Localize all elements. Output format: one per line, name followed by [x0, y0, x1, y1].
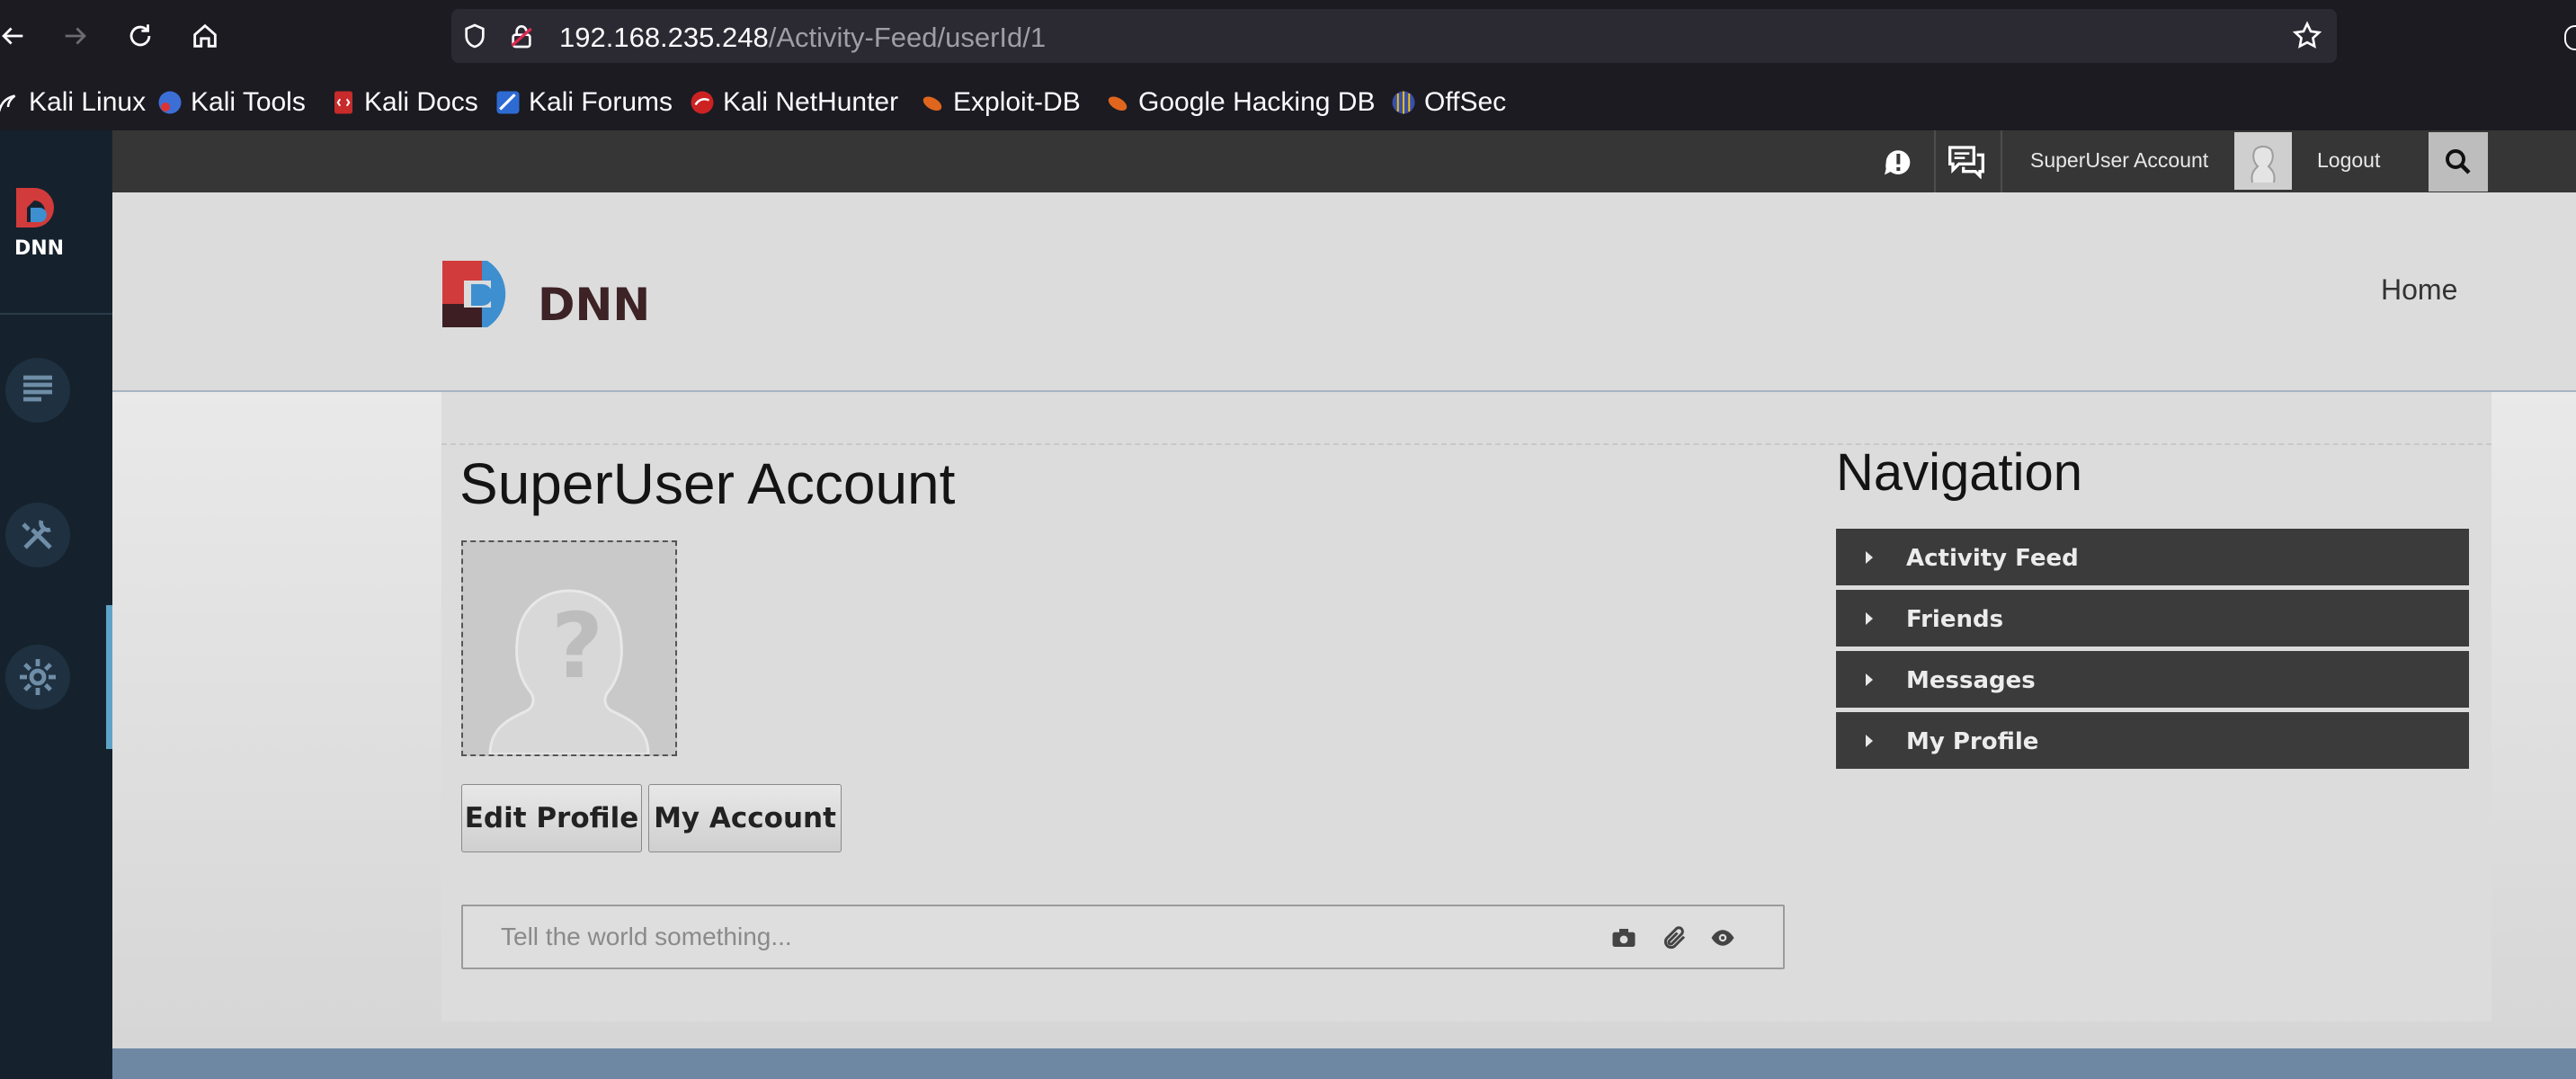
user-avatar[interactable]	[2234, 132, 2292, 190]
post-placeholder: Tell the world something...	[501, 923, 792, 950]
url-path: /Activity-Feed/userId/1	[768, 22, 1047, 53]
user-bar: SuperUser Account Logout	[112, 130, 2576, 192]
bookmark-kali-tools[interactable]: Kali Tools	[156, 85, 306, 120]
back-arrow-icon	[2, 27, 23, 45]
navigation-heading: Navigation	[1836, 443, 2083, 502]
kali-dragon-icon	[0, 94, 16, 112]
camera-icon[interactable]	[1610, 924, 1637, 951]
site-header: DNN Home	[112, 192, 2576, 392]
kali-nethunter-icon	[691, 91, 714, 114]
back-button[interactable]	[0, 16, 32, 56]
activity-post-input[interactable]: Tell the world something...	[461, 905, 1785, 969]
bookmark-kali-forums[interactable]: Kali Forums	[495, 85, 673, 120]
bookmark-star-icon[interactable]	[2291, 20, 2323, 52]
svg-text:?: ?	[551, 593, 603, 699]
nav-item-messages[interactable]: Messages	[1836, 651, 2469, 710]
home-button[interactable]	[185, 16, 225, 56]
bookmark-label: Kali Linux	[29, 87, 147, 117]
eye-icon[interactable]	[1709, 924, 1736, 951]
nav-item-label: My Profile	[1906, 728, 2039, 755]
content-menu-button[interactable]	[5, 358, 70, 423]
content-pane: SuperUser Account ? Edit Profile My Acco…	[441, 392, 2491, 1021]
content-list-icon	[23, 375, 52, 402]
sidebar-active-indicator	[106, 605, 112, 749]
insecure-lock-icon[interactable]	[507, 22, 536, 50]
bookmark-label: Google Hacking DB	[1138, 87, 1376, 117]
nav-item-label: Activity Feed	[1906, 545, 2079, 572]
logout-link[interactable]: Logout	[2317, 148, 2380, 173]
pane-divider	[441, 443, 2491, 445]
caret-right-icon	[1866, 673, 1873, 686]
bookmark-label: Kali Tools	[191, 87, 306, 117]
bookmark-exploit-db[interactable]: Exploit-DB	[919, 85, 1081, 120]
footer-band	[112, 1048, 2576, 1079]
browser-toolbar: 192.168.235.248/Activity-Feed/userId/1	[0, 0, 2576, 72]
bookmark-offsec[interactable]: OffSec	[1390, 85, 1506, 120]
search-icon	[2446, 149, 2471, 174]
my-account-button[interactable]: My Account	[648, 784, 842, 852]
forward-arrow-icon	[65, 27, 86, 45]
sidebar-divider	[0, 313, 112, 315]
bookmark-kali-linux[interactable]: Kali Linux	[0, 85, 146, 120]
paperclip-icon[interactable]	[1662, 924, 1689, 951]
profile-avatar[interactable]: ?	[461, 540, 677, 756]
url-host: 192.168.235.248	[559, 22, 769, 53]
svg-text:DNN: DNN	[14, 237, 64, 260]
tools-icon	[22, 520, 52, 549]
overflow-icon[interactable]	[2564, 25, 2576, 50]
dnn-persona-bar: DNN	[0, 130, 112, 1079]
nav-item-friends[interactable]: Friends	[1836, 590, 2469, 649]
bookmark-google-hacking-db[interactable]: Google Hacking DB	[1104, 85, 1375, 120]
bookmark-kali-nethunter[interactable]: Kali NetHunter	[689, 85, 898, 120]
address-bar[interactable]: 192.168.235.248/Activity-Feed/userId/1	[451, 9, 2337, 63]
dnn-logo-icon[interactable]: DNN	[13, 184, 70, 260]
svg-text:DNN: DNN	[538, 279, 650, 331]
url-text[interactable]: 192.168.235.248/Activity-Feed/userId/1	[559, 22, 1046, 54]
kali-forums-icon	[496, 91, 520, 114]
kali-tools-icon	[158, 91, 182, 114]
messages-icon[interactable]	[1947, 143, 1986, 179]
caret-right-icon	[1866, 612, 1873, 625]
manage-menu-button[interactable]	[5, 503, 70, 567]
bookmark-label: Kali Docs	[364, 87, 478, 117]
settings-menu-button[interactable]	[5, 645, 70, 709]
nav-item-label: Friends	[1906, 606, 2004, 633]
home-icon	[193, 23, 217, 48]
caret-right-icon	[1866, 551, 1873, 564]
bookmark-label: Kali NetHunter	[723, 87, 899, 117]
gear-icon	[20, 659, 56, 695]
bookmark-kali-docs[interactable]: Kali Docs	[330, 85, 478, 120]
user-display-name[interactable]: SuperUser Account	[2030, 148, 2208, 173]
nav-item-my-profile[interactable]: My Profile	[1836, 712, 2469, 771]
home-nav-link[interactable]: Home	[2381, 273, 2457, 307]
google-hacking-db-icon	[1108, 96, 1128, 111]
topbar-separator	[2001, 130, 2002, 192]
exploit-db-icon	[923, 96, 942, 111]
user-silhouette-icon	[2251, 146, 2276, 183]
bookmark-label: OffSec	[1424, 87, 1507, 117]
nav-item-label: Messages	[1906, 667, 2036, 694]
nav-item-activity-feed[interactable]: Activity Feed	[1836, 529, 2469, 588]
search-button[interactable]	[2429, 132, 2488, 192]
bookmark-label: Kali Forums	[529, 87, 673, 117]
bookmark-label: Exploit-DB	[953, 87, 1081, 117]
topbar-separator	[1934, 130, 1936, 192]
caret-right-icon	[1866, 735, 1873, 747]
edit-profile-button[interactable]: Edit Profile	[461, 784, 642, 852]
profile-title: SuperUser Account	[459, 451, 956, 516]
profile-silhouette-icon: ?	[488, 589, 650, 756]
notifications-icon[interactable]	[1880, 145, 1916, 181]
site-logo[interactable]: DNN	[441, 245, 683, 343]
reload-button[interactable]	[120, 16, 160, 56]
offsec-icon	[1392, 91, 1415, 114]
reload-icon	[129, 24, 151, 47]
bookmarks-bar: Kali Linux Kali Tools Kali Docs Kali For…	[0, 74, 2576, 129]
forward-button[interactable]	[56, 16, 95, 56]
shield-icon[interactable]	[460, 22, 489, 50]
kali-docs-icon	[334, 91, 352, 114]
